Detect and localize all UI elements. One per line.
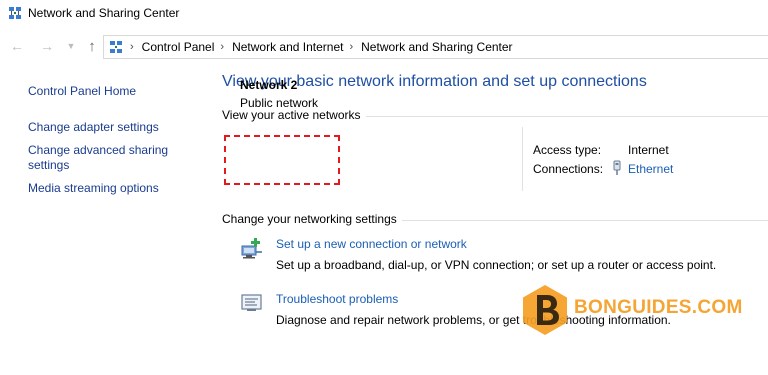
chevron-right-icon[interactable]: › <box>220 41 224 53</box>
back-arrow-icon[interactable]: ← <box>8 37 26 55</box>
section-divider <box>366 116 768 117</box>
chevron-down-icon[interactable]: ▼ <box>62 37 80 55</box>
breadcrumb-network-and-internet[interactable]: Network and Internet <box>232 40 343 54</box>
ethernet-link[interactable]: Ethernet <box>628 162 673 176</box>
chevron-right-icon[interactable]: › <box>130 41 134 53</box>
network-center-icon <box>110 41 122 53</box>
setup-connection-description: Set up a broadband, dial-up, or VPN conn… <box>276 258 717 272</box>
new-connection-icon <box>241 238 262 259</box>
network-name: Network 2 <box>240 78 298 92</box>
breadcrumb-control-panel[interactable]: Control Panel <box>142 40 215 54</box>
access-type-value: Internet <box>628 143 669 157</box>
watermark-logo-icon <box>523 285 567 335</box>
troubleshoot-icon <box>241 294 262 311</box>
connections-label: Connections: <box>533 162 604 176</box>
section-divider <box>402 220 768 221</box>
navigation-bar: ← → ▼ ↑ › Control Panel › Network and In… <box>0 33 768 61</box>
network-center-icon <box>9 7 21 19</box>
window-title: Network and Sharing Center <box>28 6 180 20</box>
title-bar: Network and Sharing Center <box>0 0 768 28</box>
troubleshoot-problems-link[interactable]: Troubleshoot problems <box>276 292 398 306</box>
forward-arrow-icon[interactable]: → <box>38 37 56 55</box>
access-type-label: Access type: <box>533 143 602 157</box>
change-adapter-settings-link[interactable]: Change adapter settings <box>28 120 159 135</box>
control-panel-home-link[interactable]: Control Panel Home <box>28 84 136 99</box>
chevron-right-icon[interactable]: › <box>349 41 353 53</box>
vertical-divider <box>522 127 523 191</box>
task-new-connection: Set up a new connection or network Set u… <box>240 234 768 274</box>
network-category-link[interactable]: Public network <box>240 96 318 110</box>
network-highlight-box <box>224 135 340 185</box>
up-arrow-icon[interactable]: ↑ <box>83 37 101 55</box>
change-advanced-sharing-settings-link[interactable]: Change advanced sharing settings <box>28 143 188 173</box>
breadcrumb: › Control Panel › Network and Internet ›… <box>130 40 513 54</box>
address-bar[interactable]: › Control Panel › Network and Internet ›… <box>103 35 768 59</box>
breadcrumb-network-and-sharing-center[interactable]: Network and Sharing Center <box>361 40 512 54</box>
active-networks-label: View your active networks <box>222 108 361 122</box>
change-settings-label: Change your networking settings <box>222 212 397 226</box>
watermark-text: BONGUIDES.COM <box>574 297 743 318</box>
watermark: BONGUIDES.COM <box>518 283 742 343</box>
ethernet-icon <box>613 160 621 175</box>
setup-connection-link[interactable]: Set up a new connection or network <box>276 237 467 251</box>
media-streaming-options-link[interactable]: Media streaming options <box>28 181 159 196</box>
